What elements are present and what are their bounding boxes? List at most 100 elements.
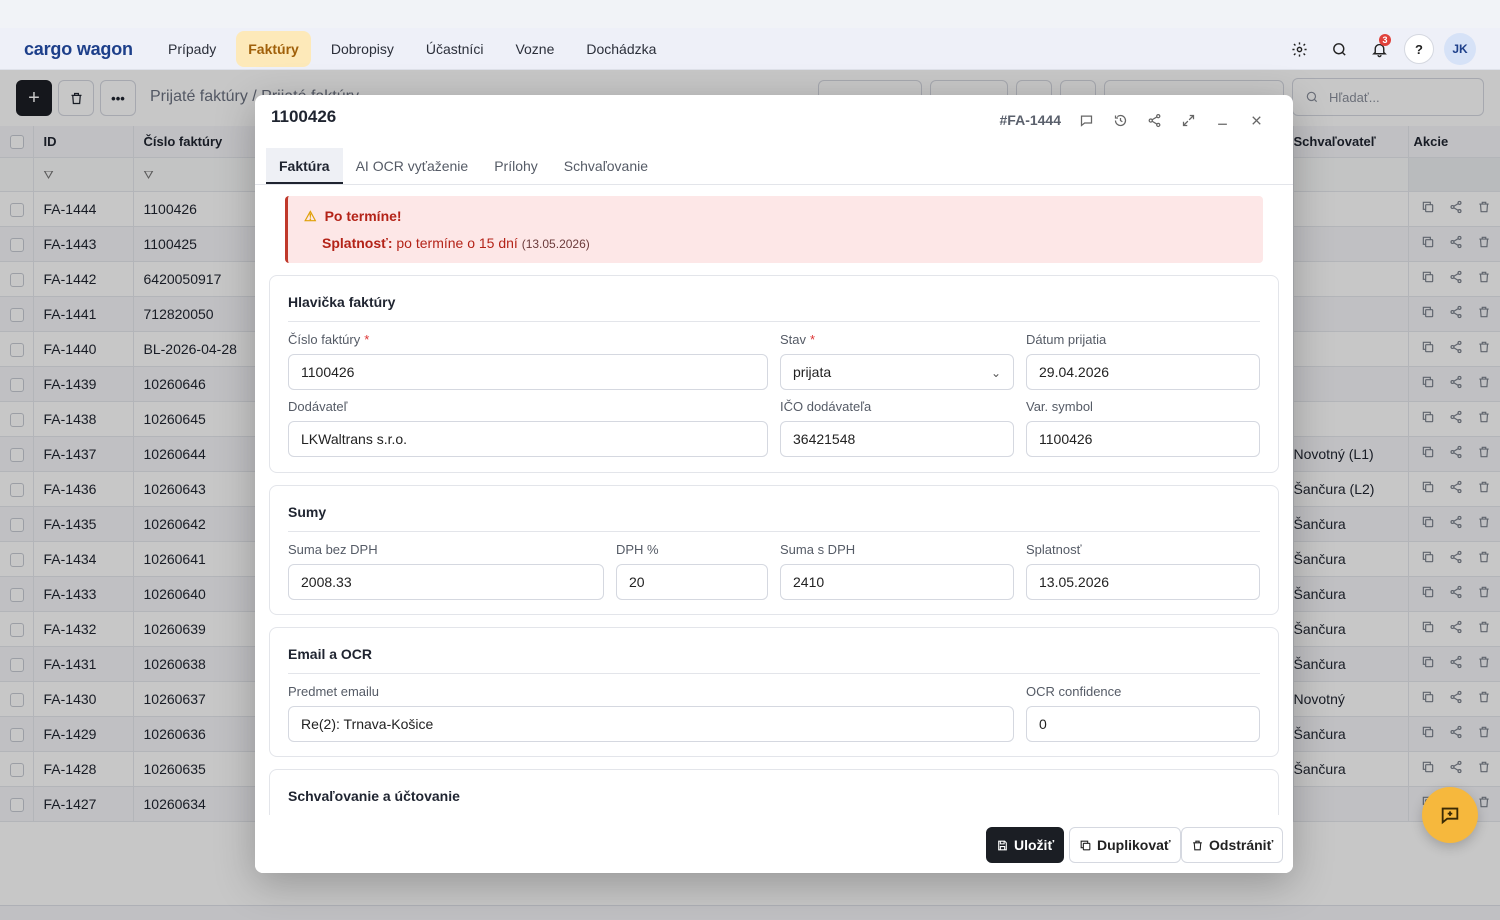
section-divider <box>288 673 1260 674</box>
status-select[interactable]: prijata ⌄ <box>780 354 1014 390</box>
gross-amount-label: Suma s DPH <box>780 542 856 557</box>
nav-item-dobropisy[interactable]: Dobropisy <box>319 31 406 67</box>
save-button[interactable]: Uložiť <box>986 827 1065 863</box>
copy-icon <box>1080 840 1091 850</box>
net-amount-input[interactable]: 2008.33 <box>288 564 604 600</box>
alert-detail: Splatnosť: po termíne o 15 dní (13.05.20… <box>322 235 590 251</box>
alert-title: Po termíne! <box>324 208 402 224</box>
close-icon[interactable] <box>1239 105 1273 135</box>
supplier-input[interactable]: LKWaltrans s.r.o. <box>288 421 768 457</box>
expand-icon[interactable] <box>1171 105 1205 135</box>
vat-label: DPH % <box>616 542 659 557</box>
share-icon[interactable] <box>1137 105 1171 135</box>
variable-symbol-label: Var. symbol <box>1026 399 1093 414</box>
section-divider <box>288 321 1260 322</box>
modal-body: ⚠ Po termíne! Splatnosť: po termíne o 15 … <box>255 185 1293 815</box>
due-date-input[interactable]: 13.05.2026 <box>1026 564 1260 600</box>
nav-item-ucastnici[interactable]: Účastníci <box>414 31 496 67</box>
tab-faktura[interactable]: Faktúra <box>266 148 343 184</box>
email-subject-field: Predmet emailu Re(2): Trnava-Košice <box>288 684 1014 742</box>
invoice-detail-modal: 1100426 #FA-1444 Faktúra AI OCR vyťaženi… <box>255 95 1293 873</box>
alert-date: (13.05.2026) <box>521 237 590 251</box>
trash-icon <box>1193 840 1202 850</box>
modal-header-actions: #FA-1444 <box>1000 105 1273 135</box>
ocr-confidence-input[interactable]: 0 <box>1026 706 1260 742</box>
modal-footer: Uložiť Duplikovať Odstrániť <box>255 815 1293 873</box>
minimize-icon[interactable] <box>1205 105 1239 135</box>
tab-ai-ocr[interactable]: AI OCR vyťaženie <box>343 148 482 184</box>
gross-amount-input[interactable]: 2410 <box>780 564 1014 600</box>
due-date-label: Splatnosť <box>1026 542 1082 557</box>
comment-icon[interactable] <box>1069 105 1103 135</box>
alert-title-row: ⚠ Po termíne! <box>304 208 402 225</box>
ico-input[interactable]: 36421548 <box>780 421 1014 457</box>
chevron-down-icon: ⌄ <box>990 366 1001 380</box>
sums-card: Sumy Suma bez DPH 2008.33 DPH % 20 Suma … <box>269 485 1279 615</box>
help-container: ? <box>1402 32 1436 66</box>
section-title: Email a OCR <box>288 646 373 662</box>
nav-item-faktury[interactable]: Faktúry <box>236 31 311 67</box>
field-label: Stav * <box>780 332 1014 350</box>
invoice-code: #FA-1444 <box>999 112 1061 128</box>
invoice-number-field: Číslo faktúry * 1100426 <box>288 332 768 390</box>
invoice-header-card: Hlavička faktúry Číslo faktúry * 1100426 … <box>269 275 1279 473</box>
status-field: Stav * prijata ⌄ <box>780 332 1014 390</box>
help-button[interactable]: ? <box>1404 34 1434 64</box>
window-top-strip <box>0 0 1500 28</box>
modal-tabs: Faktúra AI OCR vyťaženie Prílohy Schvaľo… <box>266 148 661 184</box>
variable-symbol-field: Var. symbol 1100426 <box>1026 399 1260 457</box>
email-ocr-card: Email a OCR Predmet emailu Re(2): Trnava… <box>269 627 1279 757</box>
section-title: Schvaľovanie a účtovanie <box>288 788 460 804</box>
nav-menu: Prípady Faktúry Dobropisy Účastníci Vozn… <box>156 31 676 67</box>
status-label: Stav <box>780 332 807 347</box>
delete-label: Odstrániť <box>1209 837 1274 853</box>
section-divider <box>288 531 1260 532</box>
overdue-alert: ⚠ Po termíne! Splatnosť: po termíne o 15 … <box>285 196 1263 263</box>
delete-invoice-button[interactable]: Odstrániť <box>1181 827 1284 863</box>
received-date-label: Dátum prijatia <box>1026 332 1107 347</box>
notifications-bell-icon[interactable]: 3 <box>1362 32 1396 66</box>
ocr-confidence-label: OCR confidence <box>1026 684 1122 699</box>
save-icon <box>998 840 1007 850</box>
chat-assistant-button[interactable] <box>1422 787 1478 843</box>
received-date-input[interactable]: 29.04.2026 <box>1026 354 1260 390</box>
duplicate-button[interactable]: Duplikovať <box>1069 827 1181 863</box>
duplicate-label: Duplikovať <box>1097 837 1171 853</box>
tab-prilohy[interactable]: Prílohy <box>481 148 551 184</box>
nav-item-dochadzka[interactable]: Dochádzka <box>574 31 668 67</box>
gross-amount-field: Suma s DPH 2410 <box>780 542 1014 600</box>
invoice-number-input[interactable]: 1100426 <box>288 354 768 390</box>
field-label: Číslo faktúry * <box>288 332 768 350</box>
save-label: Uložiť <box>1014 837 1055 853</box>
net-amount-label: Suma bez DPH <box>288 542 378 557</box>
invoice-number-label: Číslo faktúry <box>288 332 361 347</box>
variable-symbol-input[interactable]: 1100426 <box>1026 421 1260 457</box>
settings-gear-icon[interactable] <box>1282 32 1316 66</box>
nav-item-vozne[interactable]: Vozne <box>503 31 566 67</box>
tab-schvalovanie[interactable]: Schvaľovanie <box>551 148 661 184</box>
required-marker: * <box>364 332 370 347</box>
notification-count-badge: 3 <box>1379 34 1391 46</box>
vat-input[interactable]: 20 <box>616 564 768 600</box>
due-date-field: Splatnosť 13.05.2026 <box>1026 542 1260 600</box>
history-icon[interactable] <box>1103 105 1137 135</box>
required-marker: * <box>810 332 816 347</box>
approval-card: Schvaľovanie a účtovanie <box>269 769 1279 815</box>
search-icon[interactable] <box>1322 32 1356 66</box>
ocr-confidence-field: OCR confidence 0 <box>1026 684 1260 742</box>
app-logo[interactable]: cargo wagon <box>24 39 133 60</box>
email-subject-input[interactable]: Re(2): Trnava-Košice <box>288 706 1014 742</box>
chat-bubble-icon <box>1441 807 1459 825</box>
nav-actions: 3 ? JK <box>1276 32 1476 66</box>
user-avatar[interactable]: JK <box>1444 33 1476 65</box>
net-amount-field: Suma bez DPH 2008.33 <box>288 542 604 600</box>
section-title: Hlavička faktúry <box>288 294 396 310</box>
received-date-field: Dátum prijatia 29.04.2026 <box>1026 332 1260 390</box>
alert-text: po termíne o 15 dní <box>396 235 518 251</box>
top-navigation: cargo wagon Prípady Faktúry Dobropisy Úč… <box>0 28 1500 70</box>
modal-title: 1100426 <box>271 107 337 126</box>
nav-item-pripady[interactable]: Prípady <box>156 31 228 67</box>
alert-label: Splatnosť: <box>322 235 393 251</box>
supplier-field: Dodávateľ LKWaltrans s.r.o. <box>288 399 768 457</box>
ico-field: IČO dodávateľa 36421548 <box>780 399 1014 457</box>
